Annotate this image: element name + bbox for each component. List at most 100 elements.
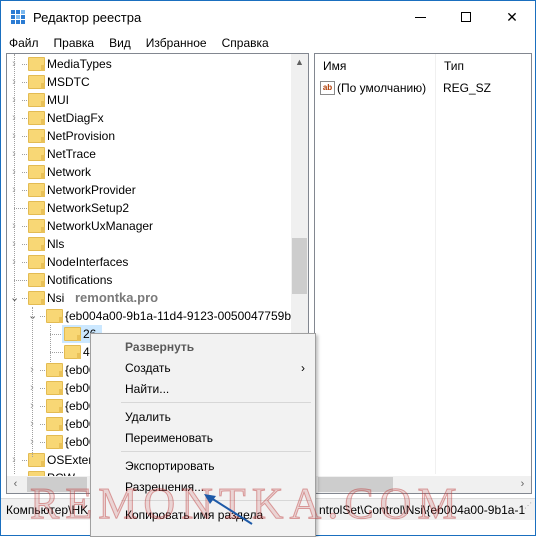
inline-watermark: remontka.pro [75,290,159,305]
tree-item[interactable]: › Network [7,163,297,181]
tree-connector [32,307,33,457]
tree-item[interactable]: › NetworkProvider [7,181,297,199]
folder-icon [46,435,63,449]
column-header-name[interactable]: Имя [315,54,435,78]
window-title: Редактор реестра [33,10,142,25]
tree-connector [40,406,45,407]
tree-item-label: {eb004a00-9b1a-11d4-9123-0050047759bc} [65,309,301,323]
context-menu-item[interactable]: Переименовать [91,427,315,449]
tree-connector [14,208,27,209]
tree-connector [14,54,15,474]
tree-connector [40,424,45,425]
tree-item[interactable]: › NetProvision [7,127,297,145]
context-menu-item[interactable]: Создать › [91,357,315,379]
values-list[interactable]: Имя Тип ab (По умолчанию) REG_SZ › [314,53,532,494]
menu-favorites[interactable]: Избранное [138,33,214,53]
tree-item[interactable]: › NetTrace [7,145,297,163]
list-horizontal-scrollbar[interactable]: › [315,476,531,493]
tree-item-label: MediaTypes [47,57,112,71]
resize-grip-icon[interactable]: ⋰ [524,499,532,517]
folder-icon [28,219,45,233]
tree-connector [40,316,45,317]
menu-separator [121,500,311,501]
folder-icon [28,93,45,107]
tree-connector [22,172,27,173]
menu-view[interactable]: Вид [101,33,138,53]
scroll-left-icon[interactable]: ‹ [7,476,24,493]
tree-connector [22,262,27,263]
list-hscroll-thumb[interactable] [318,477,393,492]
folder-icon [28,273,45,287]
tree-connector [22,64,27,65]
scroll-up-icon[interactable]: ▲ [291,54,308,71]
title-bar: Редактор реестра ✕ [1,1,535,33]
close-icon: ✕ [506,8,518,25]
folder-icon [28,291,45,305]
folder-icon [46,417,63,431]
tree-item[interactable]: › MediaTypes [7,55,297,73]
folder-icon [28,201,45,215]
tree-connector [22,82,27,83]
folder-icon [28,111,45,125]
menu-help[interactable]: Справка [214,33,276,53]
context-menu-item[interactable]: Найти... [91,378,315,400]
context-menu-item[interactable]: Копировать имя раздела [91,504,315,526]
tree-item-label: NetworkSetup2 [47,201,130,215]
tree-item[interactable]: ⌄ Nsi remontka.pro [7,289,297,307]
minimize-button[interactable] [397,1,443,33]
tree-item[interactable]: NetworkSetup2 [7,199,297,217]
folder-icon [46,381,63,395]
tree-item[interactable]: Notifications [7,271,297,289]
folder-icon [28,237,45,251]
column-divider [435,54,436,474]
tree-item-label: NetDiagFx [47,111,104,125]
folder-icon [28,165,45,179]
context-menu-item-label: Копировать имя раздела [125,508,264,522]
close-button[interactable]: ✕ [489,1,535,33]
tree-item-label: NetworkUxManager [47,219,154,233]
column-header-type[interactable]: Тип [435,54,531,78]
folder-icon [28,255,45,269]
context-menu-item-label: Экспортировать [125,459,215,473]
folder-icon [46,309,63,323]
folder-icon [28,129,45,143]
menu-separator [121,451,311,452]
value-type: REG_SZ [443,81,492,95]
context-menu-item-label: Разрешения... [125,480,205,494]
status-path-left: Компьютер\HK [6,503,89,517]
tree-item-label: Nsi [47,291,65,305]
value-row[interactable]: ab (По умолчанию) REG_SZ [315,79,531,97]
context-menu-item[interactable]: Развернуть [91,336,315,358]
context-menu-item[interactable]: Экспортировать [91,455,315,477]
tree-hscroll-thumb[interactable] [27,477,87,492]
minimize-icon [414,16,426,18]
tree-item-label: MSDTC [47,75,90,89]
scroll-right-icon[interactable]: › [514,476,531,493]
tree-item[interactable]: › NodeInterfaces [7,253,297,271]
tree-item[interactable]: ⌄ {eb004a00-9b1a-11d4-9123-0050047759bc} [7,307,301,325]
tree-item[interactable]: › MSDTC [7,73,297,91]
menu-edit[interactable]: Правка [46,33,102,53]
string-value-icon: ab [320,81,335,95]
maximize-button[interactable] [443,1,489,33]
value-name: (По умолчанию) [337,81,427,95]
tree-connector [50,352,63,353]
tree-item[interactable]: › Nls [7,235,297,253]
submenu-arrow-icon: › [301,361,305,375]
context-menu-item[interactable]: Удалить [91,406,315,428]
tree-vscroll-thumb[interactable] [292,238,307,294]
context-menu-item-label: Удалить [125,410,171,424]
tree-item-label: MUI [47,93,69,107]
status-path-right: ntrolSet\Control\Nsi\{eb004a00-9b1a-1 [319,503,526,517]
tree-item[interactable]: › NetDiagFx [7,109,297,127]
tree-item-label: NetProvision [47,129,116,143]
tree-item[interactable]: › MUI [7,91,297,109]
tree-connector [14,280,27,281]
tree-item[interactable]: › NetworkUxManager [7,217,297,235]
context-menu-item[interactable]: Разрешения... [91,476,315,498]
tree-connector [40,388,45,389]
tree-connector [22,100,27,101]
tree-item-label: Network [47,165,92,179]
context-menu-item-label: Переименовать [125,431,213,445]
menu-file[interactable]: Файл [1,33,46,53]
